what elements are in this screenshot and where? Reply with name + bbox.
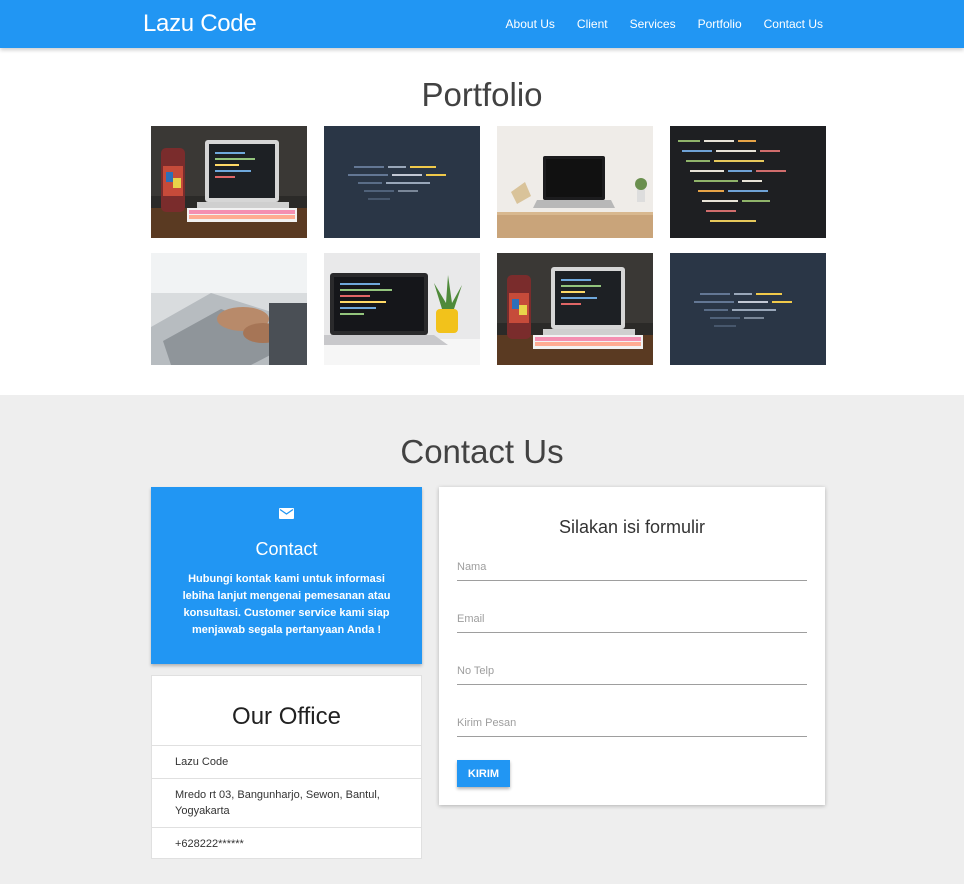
portfolio-image-7[interactable]	[497, 253, 653, 365]
contact-info-card: Contact Hubungi kontak kami untuk inform…	[151, 487, 422, 664]
portfolio-grid	[151, 126, 826, 365]
office-name: Lazu Code	[152, 746, 421, 779]
portfolio-image-2[interactable]	[324, 126, 480, 238]
portfolio-image-5[interactable]	[151, 253, 307, 365]
message-field-wrapper	[457, 713, 807, 737]
mail-icon	[279, 508, 294, 519]
contact-info-title: Contact	[255, 539, 318, 559]
nav-link-about-us[interactable]: About Us	[495, 0, 566, 48]
contact-info-text: Hubungi kontak kami untuk informasi lebi…	[182, 573, 391, 636]
portfolio-title: Portfolio	[421, 76, 543, 113]
phone-field[interactable]	[457, 661, 807, 677]
portfolio-section: Portfolio	[0, 48, 964, 395]
brand-logo[interactable]: Lazu Code	[143, 10, 257, 38]
portfolio-image-6[interactable]	[324, 253, 480, 365]
office-title: Our Office	[152, 676, 421, 746]
form-title: Silakan isi formulir	[558, 517, 706, 537]
portfolio-image-3[interactable]	[497, 126, 653, 238]
contact-form-card: Silakan isi formulir KIRIM	[439, 487, 825, 805]
nav-link-contact-us[interactable]: Contact Us	[753, 0, 823, 48]
nav-link-services[interactable]: Services	[619, 0, 687, 48]
contact-section: Contact Us Contact Hubungi kontak kami u…	[0, 395, 964, 884]
nav-link-portfolio[interactable]: Portfolio	[687, 0, 753, 48]
email-field-wrapper	[457, 609, 807, 633]
message-field[interactable]	[457, 713, 807, 729]
nav-link-client[interactable]: Client	[566, 0, 619, 48]
portfolio-image-4[interactable]	[670, 126, 826, 238]
email-field[interactable]	[457, 609, 807, 625]
name-field[interactable]	[457, 557, 807, 573]
submit-button[interactable]: KIRIM	[457, 760, 510, 787]
office-address: Mredo rt 03, Bangunharjo, Sewon, Bantul,…	[152, 779, 421, 828]
office-card: Our Office Lazu Code Mredo rt 03, Bangun…	[151, 675, 422, 859]
portfolio-image-8[interactable]	[670, 253, 826, 365]
nav-menu: About Us Client Services Portfolio Conta…	[495, 0, 823, 48]
phone-field-wrapper	[457, 661, 807, 685]
office-phone: +628222******	[175, 838, 244, 850]
contact-title: Contact Us	[400, 433, 564, 470]
portfolio-image-1[interactable]	[151, 126, 307, 238]
navbar: Lazu Code About Us Client Services Portf…	[0, 0, 964, 48]
name-field-wrapper	[457, 557, 807, 581]
